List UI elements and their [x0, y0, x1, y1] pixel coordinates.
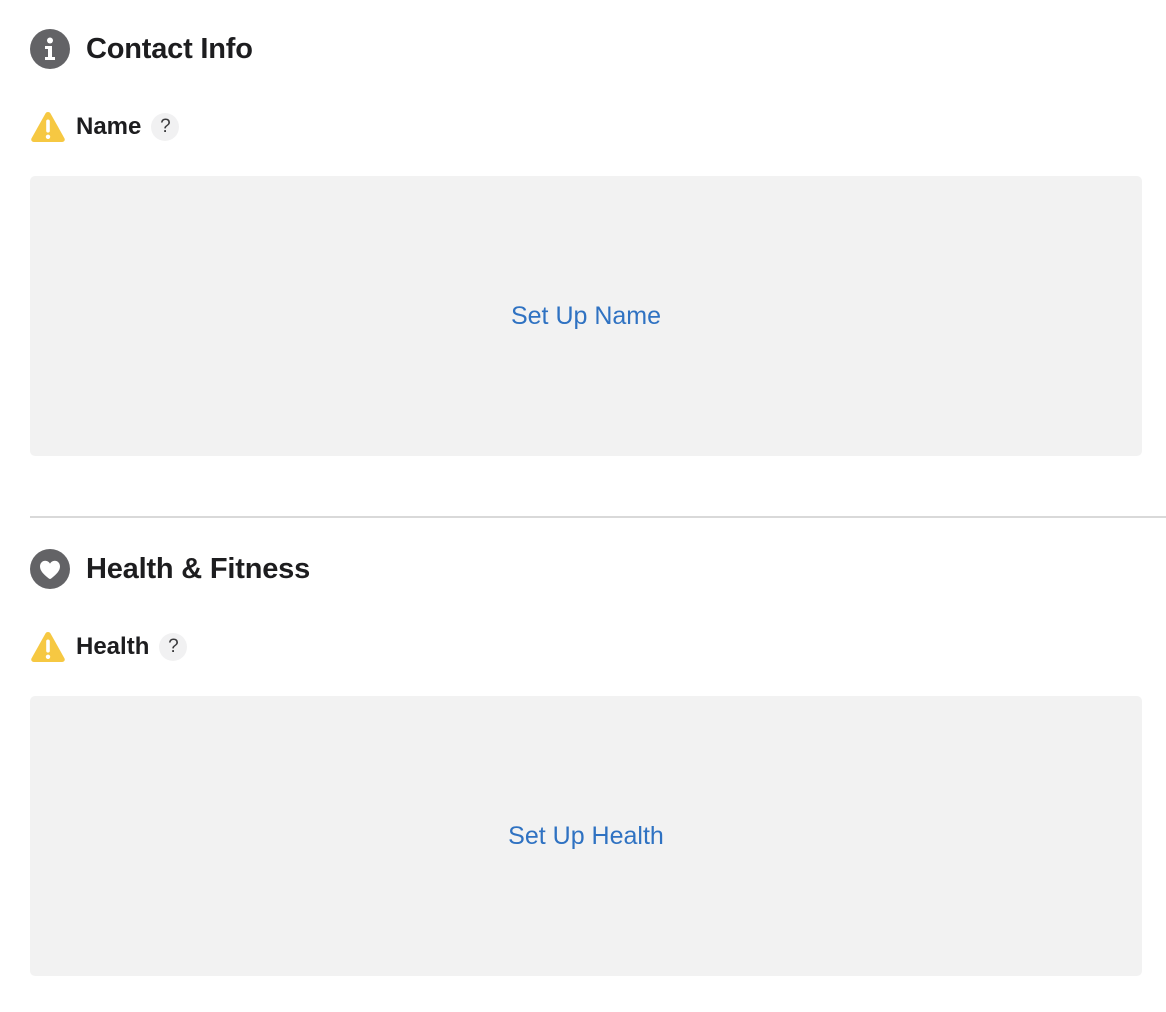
heart-icon — [30, 549, 70, 589]
field-header-health: Health ? — [30, 630, 1166, 664]
section-divider — [30, 516, 1166, 518]
info-icon — [30, 29, 70, 69]
contact-info-section: Contact Info Name ? Set Up Name — [30, 28, 1166, 456]
help-button[interactable]: ? — [159, 633, 188, 661]
field-label-health: Health — [76, 633, 150, 660]
setup-name-panel: Set Up Name — [30, 176, 1142, 456]
set-up-name-link[interactable]: Set Up Name — [511, 302, 661, 331]
field-header-name: Name ? — [30, 110, 1166, 144]
setup-health-panel: Set Up Health — [30, 696, 1142, 976]
warning-icon — [31, 112, 65, 142]
section-header: Health & Fitness — [30, 548, 1166, 590]
section-title: Health & Fitness — [86, 552, 311, 585]
health-fitness-section: Health & Fitness Health ? Set Up Health — [30, 548, 1166, 976]
section-title: Contact Info — [86, 32, 253, 65]
help-button[interactable]: ? — [151, 113, 180, 141]
settings-page: Contact Info Name ? Set Up Name Health &… — [0, 0, 1166, 1012]
section-header: Contact Info — [30, 28, 1166, 70]
set-up-health-link[interactable]: Set Up Health — [508, 822, 664, 851]
field-label-name: Name — [76, 113, 142, 140]
warning-icon — [31, 632, 65, 662]
